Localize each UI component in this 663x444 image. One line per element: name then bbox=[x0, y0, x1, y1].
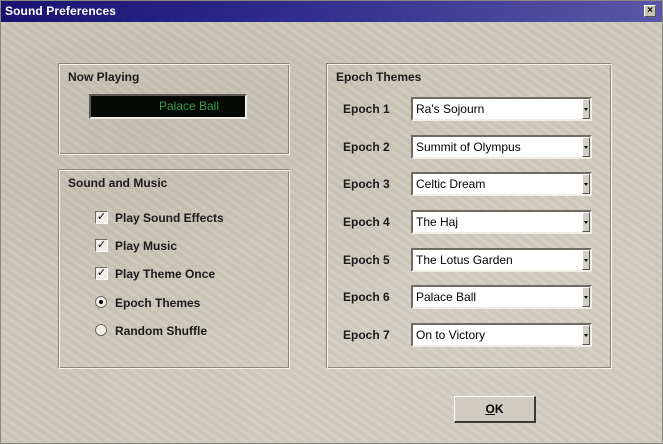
chevron-down-icon[interactable] bbox=[582, 212, 590, 232]
random-shuffle-label: Random Shuffle bbox=[115, 324, 207, 338]
now-playing-display: Palace Ball bbox=[89, 94, 247, 119]
epoch-2-value: Summit of Olympus bbox=[416, 140, 521, 154]
epoch-6-label: Epoch 6 bbox=[343, 290, 390, 304]
epoch-7-label: Epoch 7 bbox=[343, 328, 390, 342]
epoch-7-value: On to Victory bbox=[416, 328, 486, 342]
epoch-2-select[interactable]: Summit of Olympus bbox=[411, 135, 592, 159]
epoch-3-value: Celtic Dream bbox=[416, 177, 486, 191]
epoch-themes-label: Epoch Themes bbox=[115, 296, 201, 310]
play-music-label: Play Music bbox=[115, 239, 178, 253]
window-title: Sound Preferences bbox=[5, 4, 117, 18]
play-sound-effects-checkbox[interactable]: ✓ bbox=[95, 211, 108, 224]
epoch-4-label: Epoch 4 bbox=[343, 215, 390, 229]
epoch-1-value: Ra's Sojourn bbox=[416, 102, 485, 116]
chevron-down-icon[interactable] bbox=[582, 250, 590, 270]
random-shuffle-radio[interactable] bbox=[95, 324, 107, 336]
sound-and-music-group: Sound and Music ✓ Play Sound Effects ✓ P… bbox=[58, 169, 290, 369]
play-theme-once-label: Play Theme Once bbox=[115, 267, 216, 281]
ok-mnemonic: O bbox=[485, 402, 495, 416]
epoch-themes-group: Epoch Themes Epoch 1 Ra's Sojourn Epoch … bbox=[326, 63, 612, 369]
epoch-4-value: The Haj bbox=[416, 215, 459, 229]
chevron-down-icon[interactable] bbox=[582, 325, 590, 345]
chevron-down-icon[interactable] bbox=[582, 174, 590, 194]
epoch-6-select[interactable]: Palace Ball bbox=[411, 285, 592, 309]
chevron-down-icon[interactable] bbox=[582, 287, 590, 307]
epoch-1-select[interactable]: Ra's Sojourn bbox=[411, 97, 592, 121]
epoch-themes-title: Epoch Themes bbox=[336, 70, 422, 84]
epoch-5-label: Epoch 5 bbox=[343, 253, 390, 267]
now-playing-title: Now Playing bbox=[68, 70, 140, 84]
epoch-3-select[interactable]: Celtic Dream bbox=[411, 172, 592, 196]
epoch-4-select[interactable]: The Haj bbox=[411, 210, 592, 234]
epoch-5-value: The Lotus Garden bbox=[416, 253, 513, 267]
play-theme-once-checkbox[interactable]: ✓ bbox=[95, 267, 108, 280]
sound-preferences-dialog: Sound Preferences × Now Playing Palace B… bbox=[0, 0, 663, 444]
epoch-2-label: Epoch 2 bbox=[343, 140, 390, 154]
ok-button[interactable]: OK bbox=[454, 396, 536, 423]
now-playing-group: Now Playing Palace Ball bbox=[58, 63, 290, 155]
chevron-down-icon[interactable] bbox=[582, 99, 590, 119]
epoch-themes-radio[interactable] bbox=[95, 296, 107, 308]
title-bar[interactable]: Sound Preferences × bbox=[1, 1, 662, 22]
ok-label-rest: K bbox=[494, 402, 504, 416]
play-music-checkbox[interactable]: ✓ bbox=[95, 239, 108, 252]
epoch-1-label: Epoch 1 bbox=[343, 102, 390, 116]
epoch-7-select[interactable]: On to Victory bbox=[411, 323, 592, 347]
epoch-3-label: Epoch 3 bbox=[343, 177, 390, 191]
epoch-6-value: Palace Ball bbox=[416, 290, 477, 304]
play-sound-effects-label: Play Sound Effects bbox=[115, 211, 224, 225]
chevron-down-icon[interactable] bbox=[582, 137, 590, 157]
close-icon[interactable]: × bbox=[644, 5, 656, 17]
sound-and-music-title: Sound and Music bbox=[68, 176, 168, 190]
epoch-5-select[interactable]: The Lotus Garden bbox=[411, 248, 592, 272]
